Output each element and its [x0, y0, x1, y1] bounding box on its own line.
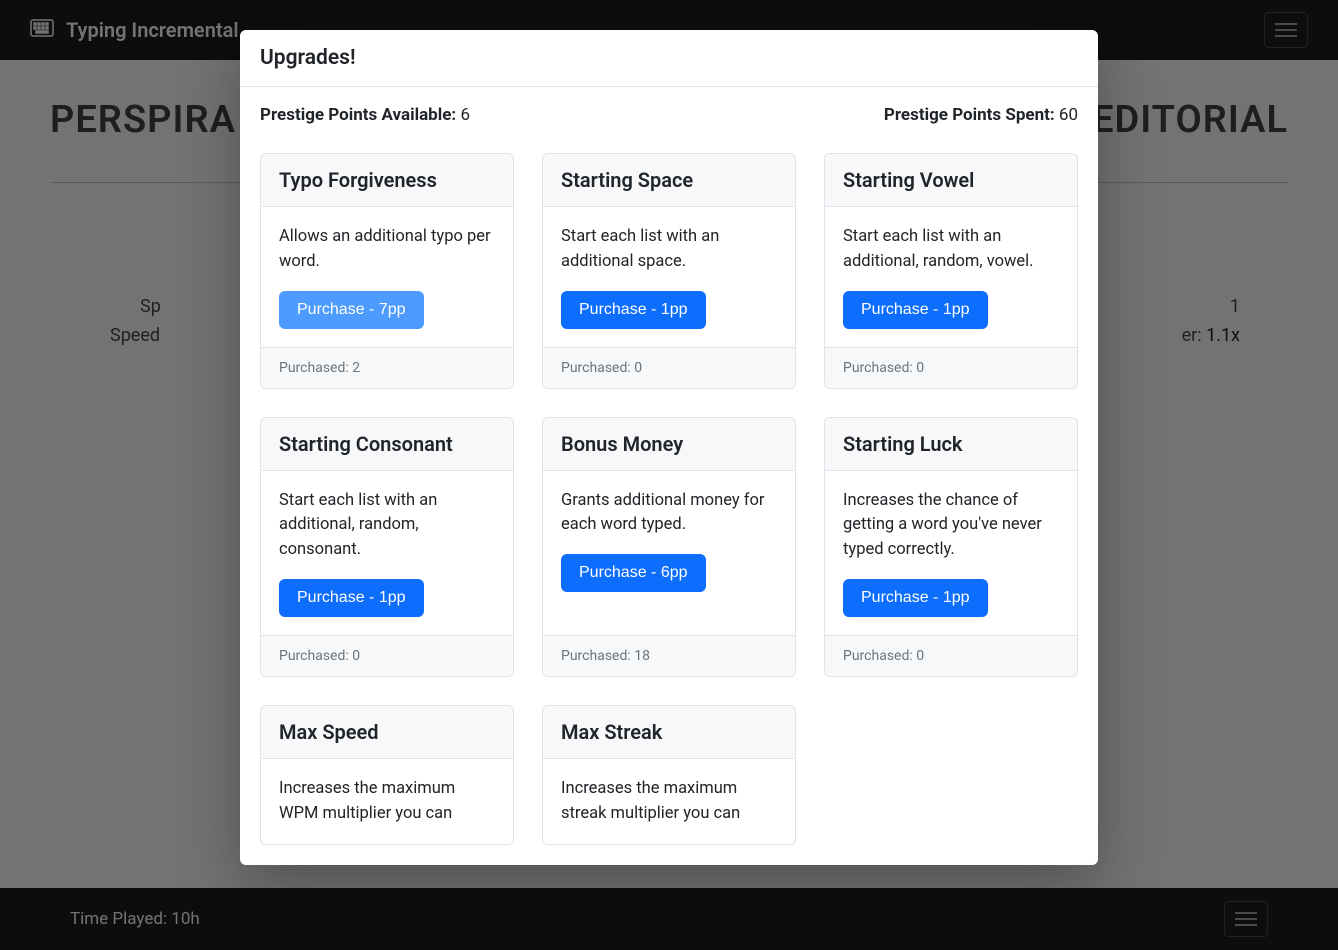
upgrade-card: Starting Space Start each list with an ad… — [542, 153, 796, 389]
upgrade-card-desc: Allows an additional typo per word. — [279, 225, 495, 275]
upgrade-card-purchased: Purchased: 2 — [261, 347, 513, 388]
pp-available-label: Prestige Points Available: — [260, 105, 456, 125]
upgrade-card-body: Increases the maximum WPM multiplier you… — [261, 759, 513, 845]
upgrade-card-title: Max Streak — [543, 706, 795, 759]
upgrade-card-desc: Start each list with an additional, rand… — [843, 225, 1059, 275]
upgrade-card-purchased: Purchased: 0 — [825, 347, 1077, 388]
upgrade-card-title: Starting Consonant — [261, 418, 513, 471]
upgrade-card-purchased: Purchased: 0 — [261, 635, 513, 676]
upgrade-card-purchased: Purchased: 0 — [543, 347, 795, 388]
upgrade-card: Starting Consonant Start each list with a… — [260, 417, 514, 677]
upgrade-card: Starting Luck Increases the chance of get… — [824, 417, 1078, 677]
upgrade-card-title: Starting Vowel — [825, 154, 1077, 207]
purchase-button[interactable]: Purchase - 7pp — [279, 291, 424, 329]
purchase-button[interactable]: Purchase - 1pp — [561, 291, 706, 329]
pp-available-value: 6 — [460, 105, 470, 125]
purchase-button[interactable]: Purchase - 1pp — [843, 291, 988, 329]
upgrade-card-title: Typo Forgiveness — [261, 154, 513, 207]
upgrade-card-desc: Increases the chance of getting a word y… — [843, 489, 1059, 563]
upgrade-card-title: Max Speed — [261, 706, 513, 759]
upgrade-card: Typo ForgivenessAllows an additional typ… — [260, 153, 514, 389]
upgrade-card-body: Start each list with an additional space… — [543, 207, 795, 347]
upgrade-card-body: Start each list with an additional, rand… — [825, 207, 1077, 347]
pp-spent-label: Prestige Points Spent: — [884, 105, 1055, 125]
upgrade-card-body: Increases the chance of getting a word y… — [825, 471, 1077, 635]
purchase-button[interactable]: Purchase - 6pp — [561, 554, 706, 592]
upgrade-card-purchased: Purchased: 0 — [825, 635, 1077, 676]
upgrade-card-title: Starting Luck — [825, 418, 1077, 471]
upgrade-card-body: Grants additional money for each word ty… — [543, 471, 795, 635]
pp-spent-value: 60 — [1059, 105, 1078, 125]
purchase-button[interactable]: Purchase - 1pp — [279, 579, 424, 617]
upgrade-card-desc: Start each list with an additional, rand… — [279, 489, 495, 563]
upgrade-card: Max Streak Increases the maximum streak m… — [542, 705, 796, 846]
modal-title: Upgrades! — [240, 30, 1098, 87]
prestige-points-row: Prestige Points Available: 6 Prestige Po… — [240, 87, 1098, 153]
upgrade-card-desc: Increases the maximum streak multiplier … — [561, 777, 777, 827]
upgrade-card-body: Allows an additional typo per word. Purch… — [261, 207, 513, 347]
upgrade-card-desc: Grants additional money for each word ty… — [561, 489, 777, 539]
upgrade-card-body: Start each list with an additional, rand… — [261, 471, 513, 635]
upgrade-card: Bonus Money Grants additional money for e… — [542, 417, 796, 677]
upgrade-card-desc: Increases the maximum WPM multiplier you… — [279, 777, 495, 827]
upgrade-card-purchased: Purchased: 18 — [543, 635, 795, 676]
upgrade-card-title: Bonus Money — [543, 418, 795, 471]
upgrade-card-title: Starting Space — [543, 154, 795, 207]
upgrades-grid: Typo ForgivenessAllows an additional typ… — [240, 153, 1098, 865]
upgrade-card-desc: Start each list with an additional space… — [561, 225, 777, 275]
upgrade-card: Max Speed Increases the maximum WPM multi… — [260, 705, 514, 846]
upgrade-card-body: Increases the maximum streak multiplier … — [543, 759, 795, 845]
upgrade-card: Starting Vowel Start each list with an ad… — [824, 153, 1078, 389]
purchase-button[interactable]: Purchase - 1pp — [843, 579, 988, 617]
upgrades-modal: Upgrades! Prestige Points Available: 6 P… — [240, 30, 1098, 865]
